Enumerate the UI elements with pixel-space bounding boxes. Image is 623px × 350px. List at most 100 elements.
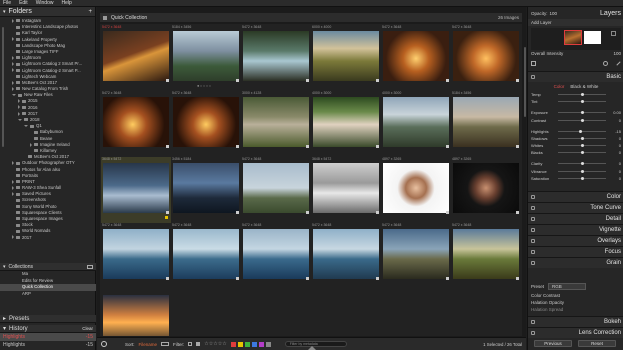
slider-knob[interactable] [580,162,584,165]
thumbnail-cell[interactable]: 5472 x 3648 [451,223,521,289]
crop-icon[interactable] [531,60,536,66]
thumbnail-image[interactable] [173,97,239,147]
thumbnail-image[interactable] [103,295,169,336]
thumbnail-cell[interactable]: 3648 x 5472 [101,157,171,223]
panel-header-grain[interactable]: Grain [528,257,623,268]
thumbnail-image[interactable] [313,163,379,213]
panel-toggle-icon[interactable] [531,320,535,324]
thumbnail-cell[interactable]: 3648 x 5472 [311,157,381,223]
history-header[interactable]: ▾ History Clear [0,325,96,333]
thumbnail-image[interactable] [453,31,519,81]
panel-toggle-icon[interactable] [531,261,535,265]
collapsed-arrow-icon[interactable] [12,235,14,240]
thumbnail-cell[interactable]: 4897 x 3265 [451,157,521,223]
menu-window[interactable]: Window [36,0,54,6]
slider-knob[interactable] [580,100,584,103]
thumbnail-cell[interactable]: 5472 x 3648 [451,25,521,91]
slider-track[interactable] [558,162,606,165]
collapsed-arrow-icon[interactable] [12,185,14,190]
slider-knob[interactable] [580,177,584,180]
thumbnail-cell[interactable]: 5472 x 3648 [381,25,451,91]
preset-dropdown[interactable]: RGB [548,283,587,290]
collapsed-arrow-icon[interactable] [12,55,14,60]
slider-knob[interactable] [580,170,584,173]
color-swatch[interactable] [230,341,236,347]
reset-button[interactable]: Reset [578,340,616,347]
slider-value[interactable]: 0 [619,143,621,148]
color-swatch[interactable] [251,341,257,347]
slider-track[interactable] [558,144,606,147]
history-item[interactable]: Highlights -15 [0,333,96,341]
color-treatment[interactable]: Color [554,84,565,89]
thumbnail-image[interactable] [173,229,239,279]
overall-intensity-value[interactable]: 100 [613,51,621,56]
slider-value[interactable]: 0.00 [613,110,621,115]
thumbnail-image[interactable] [243,97,309,147]
thumbnail-cell[interactable]: 4897 x 3265 [381,157,451,223]
expanded-arrow-icon[interactable] [12,94,16,97]
thumbnail-image[interactable] [313,229,379,279]
thumbnail-image[interactable] [173,163,239,213]
slider-value[interactable]: 0 [619,136,621,141]
thumbnail-image[interactable] [103,31,169,81]
reject-filter-icon[interactable] [196,342,201,346]
color-swatch[interactable] [237,341,243,347]
brush-icon[interactable] [603,60,608,66]
thumbnail-cell[interactable]: 4000 x 3000 [311,91,381,157]
add-layer-row[interactable]: Add Layer [528,19,623,26]
history-clear-button[interactable]: Clear [82,326,93,331]
collapsed-arrow-icon[interactable] [12,68,14,73]
thumbnail-image[interactable] [243,163,309,213]
thumbnail-cell[interactable]: 5184 x 3456 ●○○○○ [171,25,241,91]
thumbnail-image[interactable] [243,31,309,81]
collapsed-arrow-icon[interactable] [12,80,14,85]
layer-mask-thumbnail[interactable] [584,31,601,44]
collapsed-arrow-icon[interactable] [18,99,20,104]
thumbnail-image[interactable] [313,31,379,81]
color-swatch[interactable] [258,341,264,347]
collapsed-arrow-icon[interactable] [12,192,14,197]
slider-value[interactable]: 0 [619,161,621,166]
slider-track[interactable] [558,137,606,140]
thumbnail-cell[interactable]: 5472 x 3648 [311,223,381,289]
panel-toggle-icon[interactable] [531,195,535,199]
color-swatch[interactable] [265,341,271,347]
slider-track[interactable] [558,111,606,114]
panel-toggle-icon[interactable] [531,331,535,335]
menu-help[interactable]: Help [61,0,71,6]
collapsed-arrow-icon[interactable] [12,62,14,67]
collections-header[interactable]: ▾ Collections [0,263,96,271]
panel-toggle-icon[interactable] [531,239,535,243]
thumbnail-image[interactable] [453,229,519,279]
slider-track[interactable] [558,130,606,133]
thumbnail-image[interactable] [383,97,449,147]
slider-value[interactable]: 0 [619,176,621,181]
collapsed-arrow-icon[interactable] [12,86,14,91]
thumbnail-image[interactable] [313,97,379,147]
slider-knob[interactable] [580,93,584,96]
thumbnail-cell[interactable] [101,289,171,336]
slider-knob[interactable] [580,151,584,154]
thumbnail-cell[interactable]: 5472 x 3648 [241,223,311,289]
panel-toggle-icon[interactable] [531,206,535,210]
thumbnail-image[interactable] [453,97,519,147]
thumbnail-cell[interactable]: 6000 x 4000 [311,25,381,91]
panel-toggle-icon[interactable] [531,217,535,221]
slider-value[interactable]: 0 [619,169,621,174]
settings-gear-icon[interactable] [101,341,107,347]
collapsed-arrow-icon[interactable] [18,111,20,116]
slider-value[interactable]: 0 [619,150,621,155]
slider-knob[interactable] [580,137,584,140]
thumbnail-cell[interactable]: 5472 x 3648 [101,91,171,157]
basic-panel-header[interactable]: Basic [528,71,623,82]
thumbnail-image[interactable] [453,163,519,213]
slider-knob[interactable] [580,144,584,147]
opacity-value[interactable]: 100 [550,11,558,16]
bottom-panel-toggle-icon[interactable] [308,346,316,350]
thumbnail-image[interactable] [243,229,309,279]
collections-menu-icon[interactable] [87,264,93,269]
slider-value[interactable]: -15 [615,129,621,134]
thumbnail-image[interactable] [173,31,239,81]
panel-header-tone-curve[interactable]: Tone Curve [528,202,623,213]
slider-track[interactable] [558,177,606,180]
